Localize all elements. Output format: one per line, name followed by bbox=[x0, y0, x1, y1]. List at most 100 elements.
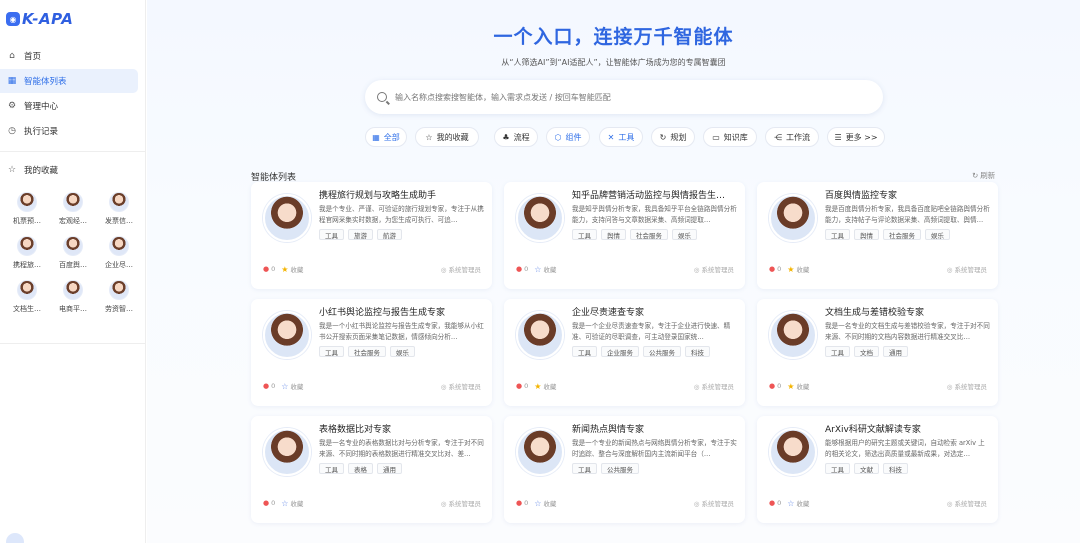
favorite-item[interactable]: 发票信… bbox=[96, 192, 142, 226]
filter-component[interactable]: ⬡ 组件 bbox=[546, 127, 590, 147]
user-avatar[interactable] bbox=[6, 533, 24, 543]
chip-label: 组件 bbox=[565, 132, 582, 142]
favorite-name: 宏观经… bbox=[59, 217, 87, 225]
agent-card-footer: ● 0 ☆ 收藏 ◎ 系统管理员 bbox=[769, 498, 987, 509]
agent-card[interactable]: 小红书舆论监控与报告生成专家 我是一个小红书舆论监控与报告生成专家，我能够从小红… bbox=[251, 299, 492, 406]
filter-flow[interactable]: ♣ 流程 bbox=[494, 127, 538, 147]
favorite-item[interactable]: 百度舆… bbox=[50, 236, 96, 270]
nav-item-history[interactable]: ◷ 执行记录 bbox=[0, 119, 138, 143]
star-icon[interactable]: ☆ bbox=[534, 265, 541, 274]
favorite-label[interactable]: 收藏 bbox=[290, 264, 303, 274]
avatar bbox=[17, 280, 37, 300]
agent-card[interactable]: 文档生成与差错校验专家 我是一名专业的文档生成与差错校验专家，专注于对不同来源、… bbox=[757, 299, 998, 406]
agent-card-footer: ● 0 ☆ 收藏 ◎ 系统管理员 bbox=[516, 264, 734, 275]
owner-name: 系统管理员 bbox=[448, 383, 482, 391]
star-icon[interactable]: ☆ bbox=[534, 499, 541, 508]
agent-avatar bbox=[263, 194, 311, 242]
agent-card[interactable]: ArXiv科研文献解读专家 能够根据用户的研究主题或关键词，自动检索 arXiv… bbox=[757, 416, 998, 523]
favorite-label[interactable]: 收藏 bbox=[543, 498, 556, 508]
star-icon[interactable]: ☆ bbox=[281, 499, 288, 508]
like-icon[interactable]: ● bbox=[516, 499, 522, 507]
like-icon[interactable]: ● bbox=[263, 382, 269, 390]
like-icon[interactable]: ● bbox=[769, 265, 775, 273]
star-icon[interactable]: ☆ bbox=[281, 382, 288, 391]
agent-tag: 社会服务 bbox=[630, 229, 668, 240]
clock-icon: ◷ bbox=[8, 126, 16, 136]
sidebar: ◉ K-APA ⌂ 首页 ▦ 智能体列表 ⚙ 管理中心 ◷ 执行记录 ☆ 我的收藏 机票预… bbox=[0, 0, 146, 543]
favorite-item[interactable]: 机票预… bbox=[4, 192, 50, 226]
nav-item-agent-list[interactable]: ▦ 智能体列表 bbox=[0, 69, 138, 93]
star-icon[interactable]: ★ bbox=[787, 382, 794, 391]
favorite-name: 百度舆… bbox=[59, 261, 87, 269]
agent-avatar bbox=[769, 311, 817, 359]
agent-avatar bbox=[769, 194, 817, 242]
agent-tag: 工具 bbox=[572, 346, 597, 357]
agent-tag: 旅游 bbox=[348, 229, 373, 240]
favorite-item[interactable]: 文档生… bbox=[4, 280, 50, 314]
favorite-label[interactable]: 收藏 bbox=[796, 381, 809, 391]
agent-tags: 工具 社会服务 娱乐 bbox=[319, 346, 415, 357]
search-input[interactable] bbox=[395, 92, 835, 102]
agent-card-footer: ● 0 ★ 收藏 ◎ 系统管理员 bbox=[769, 381, 987, 392]
agent-tag: 文档 bbox=[854, 346, 879, 357]
chip-label: 工具 bbox=[618, 132, 635, 142]
agent-tag: 娱乐 bbox=[390, 346, 415, 357]
star-outline-icon: ☆ bbox=[7, 165, 17, 175]
app-logo[interactable]: ◉ K-APA bbox=[6, 10, 73, 28]
robot-logo-icon: ◉ bbox=[6, 12, 20, 26]
like-icon[interactable]: ● bbox=[263, 499, 269, 507]
agent-description: 我是一个专业的新闻热点与网络舆情分析专家，专注于实时追踪、整合与深度解析国内主流… bbox=[572, 439, 737, 458]
favorite-item[interactable]: 电商平… bbox=[50, 280, 96, 314]
like-icon[interactable]: ● bbox=[769, 499, 775, 507]
like-icon[interactable]: ● bbox=[516, 265, 522, 273]
star-icon[interactable]: ☆ bbox=[787, 499, 794, 508]
filter-plan[interactable]: ↻ 规划 bbox=[651, 127, 695, 147]
agent-card[interactable]: 表格数据比对专家 我是一名专业的表格数据比对与分析专家，专注于对不同来源、不同时… bbox=[251, 416, 492, 523]
refresh-button[interactable]: ↻ 刷新 bbox=[972, 170, 995, 181]
agent-card[interactable]: 企业尽责速查专家 我是一个企业尽责速查专家，专注于企业进行快速、精准、可验证的尽… bbox=[504, 299, 745, 406]
filter-knowledge[interactable]: ▭ 知识库 bbox=[703, 127, 757, 147]
favorite-item[interactable]: 企业尽… bbox=[96, 236, 142, 270]
favorite-label[interactable]: 收藏 bbox=[543, 381, 556, 391]
agent-tag: 工具 bbox=[319, 229, 344, 240]
like-icon[interactable]: ● bbox=[769, 382, 775, 390]
agent-tag: 工具 bbox=[319, 346, 344, 357]
favorite-label[interactable]: 收藏 bbox=[543, 264, 556, 274]
sidebar-divider bbox=[0, 151, 146, 152]
favorite-label[interactable]: 收藏 bbox=[796, 264, 809, 274]
favorite-item[interactable]: 劳资智… bbox=[96, 280, 142, 314]
favorite-label[interactable]: 收藏 bbox=[290, 498, 303, 508]
agent-owner: ◎ 系统管理员 bbox=[440, 383, 482, 391]
filter-tool[interactable]: ✕ 工具 bbox=[599, 127, 643, 147]
favorite-label[interactable]: 收藏 bbox=[796, 498, 809, 508]
favorite-item[interactable]: 携程旅… bbox=[4, 236, 50, 270]
nav-item-home[interactable]: ⌂ 首页 bbox=[0, 44, 138, 68]
agent-card-footer: ● 0 ☆ 收藏 ◎ 系统管理员 bbox=[516, 498, 734, 509]
filter-favorites[interactable]: ☆ 我的收藏 bbox=[415, 127, 479, 147]
nav-item-management[interactable]: ⚙ 管理中心 bbox=[0, 94, 138, 118]
agent-title: 百度舆情监控专家 bbox=[825, 191, 898, 201]
agent-card[interactable]: 知乎品牌营销活动监控与舆情报告生… 我是知乎舆情分析专家，我具备知乎平台全链路舆… bbox=[504, 182, 745, 289]
grid-icon: ▦ bbox=[7, 76, 17, 86]
like-icon[interactable]: ● bbox=[263, 265, 269, 273]
agent-card[interactable]: 携程旅行规划与攻略生成助手 我是个专业、严谨、可验证的旅行规划专家，专注于从携程… bbox=[251, 182, 492, 289]
star-icon[interactable]: ★ bbox=[787, 265, 794, 274]
agent-description: 我是百度舆情分析专家，我具备百度贴吧全链路舆情分析能力，支持帖子与评论数据采集、… bbox=[825, 205, 990, 224]
filter-all[interactable]: ▦ 全部 bbox=[365, 127, 407, 147]
like-icon[interactable]: ● bbox=[516, 382, 522, 390]
favorite-label[interactable]: 收藏 bbox=[290, 381, 303, 391]
agent-tags: 工具 旅游 航游 bbox=[319, 229, 402, 240]
search-bar[interactable] bbox=[365, 80, 883, 114]
star-icon[interactable]: ★ bbox=[281, 265, 288, 274]
main-nav: ⌂ 首页 ▦ 智能体列表 ⚙ 管理中心 ◷ 执行记录 bbox=[0, 44, 146, 144]
agent-owner: ◎ 系统管理员 bbox=[946, 500, 987, 508]
filter-more[interactable]: ☰ 更多 >> bbox=[827, 127, 885, 147]
favorite-item[interactable]: 宏观经… bbox=[50, 192, 96, 226]
agent-tag: 工具 bbox=[825, 346, 850, 357]
star-icon[interactable]: ★ bbox=[534, 382, 541, 391]
agent-tag: 公共服务 bbox=[601, 463, 639, 474]
agent-card[interactable]: 新闻热点舆情专家 我是一个专业的新闻热点与网络舆情分析专家，专注于实时追踪、整合… bbox=[504, 416, 745, 523]
agent-tag: 科技 bbox=[883, 463, 908, 474]
filter-workflow[interactable]: ⋲ 工作流 bbox=[765, 127, 819, 147]
agent-card[interactable]: 百度舆情监控专家 我是百度舆情分析专家，我具备百度贴吧全链路舆情分析能力，支持帖… bbox=[757, 182, 998, 289]
